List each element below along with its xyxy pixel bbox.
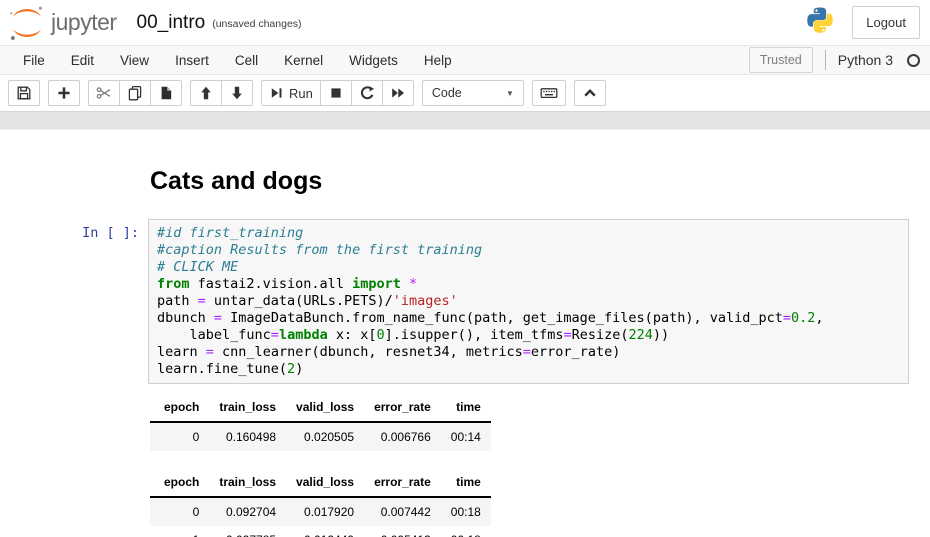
jupyter-logo-icon (8, 4, 46, 42)
restart-icon (359, 85, 375, 101)
paste-button[interactable] (151, 80, 182, 106)
notebook-title[interactable]: 00_intro (137, 12, 206, 34)
paste-icon (158, 85, 174, 101)
markdown-heading: Cats and dogs (150, 167, 930, 196)
kernel-name: Python 3 (838, 52, 893, 68)
stop-icon (328, 85, 344, 101)
caret-down-icon: ▼ (506, 89, 514, 98)
checkpoint-status: (unsaved changes) (212, 15, 301, 30)
code-cell[interactable]: In [ ]: #id first_training#caption Resul… (0, 219, 930, 384)
code-line: #caption Results from the first training (157, 242, 900, 259)
code-line: label_func=lambda x: x[0].isupper(), ite… (157, 327, 900, 344)
restart-run-all-button[interactable] (383, 80, 414, 106)
cell-outputs: epochtrain_lossvalid_losserror_ratetime0… (150, 395, 930, 537)
interrupt-kernel-button[interactable] (321, 80, 352, 106)
column-header: valid_loss (286, 470, 364, 497)
menu-item-view[interactable]: View (107, 53, 162, 68)
code-line: path = untar_data(URLs.PETS)/'images' (157, 293, 900, 310)
menubar: FileEditViewInsertCellKernelWidgetsHelp … (0, 45, 930, 75)
training-table-1: epochtrain_lossvalid_losserror_ratetime0… (150, 395, 491, 451)
menu-item-insert[interactable]: Insert (162, 53, 222, 68)
keyboard-icon (540, 85, 558, 101)
notebook-header: jupyter 00_intro (unsaved changes) Logou… (0, 0, 930, 45)
table-cell: 1 (150, 526, 209, 537)
plus-icon (56, 85, 72, 101)
code-line: # CLICK ME (157, 259, 900, 276)
training-table-2: epochtrain_lossvalid_losserror_ratetime0… (150, 470, 491, 537)
table-cell: 0.007442 (364, 497, 441, 526)
arrow-down-icon (229, 85, 245, 101)
save-icon (16, 85, 32, 101)
move-cell-down-button[interactable] (222, 80, 253, 106)
code-line: #id first_training (157, 225, 900, 242)
arrow-up-icon (198, 85, 214, 101)
trusted-badge[interactable]: Trusted (749, 47, 813, 73)
table-cell: 0 (150, 422, 209, 451)
scissors-icon (96, 85, 112, 101)
copy-button[interactable] (120, 80, 151, 106)
table-cell: 0.020505 (286, 422, 364, 451)
python-logo-icon (804, 7, 836, 39)
menu-item-file[interactable]: File (10, 53, 58, 68)
notebook-area: Cats and dogs In [ ]: #id first_training… (0, 130, 930, 537)
column-header: train_loss (209, 470, 286, 497)
restart-kernel-button[interactable] (352, 80, 383, 106)
command-palette-button[interactable] (532, 80, 566, 106)
kernel-divider (825, 50, 826, 70)
run-button-label: Run (289, 86, 313, 101)
code-area[interactable]: #id first_training#caption Results from … (148, 219, 909, 384)
fast-forward-icon (390, 85, 406, 101)
scroll-up-button[interactable] (574, 80, 606, 106)
column-header: time (441, 470, 491, 497)
column-header: valid_loss (286, 395, 364, 422)
column-header: time (441, 395, 491, 422)
toolbar: Run Code ▼ (0, 75, 930, 111)
run-icon (269, 85, 284, 101)
page-background-band (0, 111, 930, 130)
table-cell: 0.012449 (286, 526, 364, 537)
table-cell: 0.017920 (286, 497, 364, 526)
code-line: learn.fine_tune(2) (157, 361, 900, 378)
table-cell: 0 (150, 497, 209, 526)
table-row: 00.0927040.0179200.00744200:18 (150, 497, 491, 526)
jupyter-wordmark: jupyter (51, 9, 117, 36)
table-cell: 00:18 (441, 497, 491, 526)
jupyter-logo[interactable]: jupyter (8, 4, 117, 42)
column-header: error_rate (364, 395, 441, 422)
insert-cell-button[interactable] (48, 80, 80, 106)
copy-icon (127, 85, 143, 101)
code-line: dbunch = ImageDataBunch.from_name_func(p… (157, 310, 900, 327)
run-button[interactable]: Run (261, 80, 321, 106)
save-button[interactable] (8, 80, 40, 106)
table-cell: 0.005413 (364, 526, 441, 537)
table-row: 00.1604980.0205050.00676600:14 (150, 422, 491, 451)
menu-item-widgets[interactable]: Widgets (336, 53, 411, 68)
table-cell: 00:14 (441, 422, 491, 451)
cell-prompt: In [ ]: (0, 219, 148, 384)
menu-item-help[interactable]: Help (411, 53, 465, 68)
table-row: 10.0277850.0124490.00541300:18 (150, 526, 491, 537)
menu-item-kernel[interactable]: Kernel (271, 53, 336, 68)
column-header: epoch (150, 470, 209, 497)
column-header: error_rate (364, 470, 441, 497)
move-cell-up-button[interactable] (190, 80, 222, 106)
logout-button[interactable]: Logout (852, 6, 920, 39)
table-cell: 0.006766 (364, 422, 441, 451)
cut-button[interactable] (88, 80, 120, 106)
code-line: learn = cnn_learner(dbunch, resnet34, me… (157, 344, 900, 361)
chevron-up-icon (582, 85, 598, 101)
cell-type-select[interactable]: Code ▼ (422, 80, 524, 106)
cell-type-value: Code (432, 86, 462, 100)
menu-item-cell[interactable]: Cell (222, 53, 271, 68)
table-cell: 0.160498 (209, 422, 286, 451)
menu-item-edit[interactable]: Edit (58, 53, 107, 68)
table-cell: 00:18 (441, 526, 491, 537)
table-cell: 0.092704 (209, 497, 286, 526)
column-header: train_loss (209, 395, 286, 422)
table-cell: 0.027785 (209, 526, 286, 537)
code-line: from fastai2.vision.all import * (157, 276, 900, 293)
kernel-idle-icon (907, 54, 920, 67)
column-header: epoch (150, 395, 209, 422)
menubar-items: FileEditViewInsertCellKernelWidgetsHelp (10, 53, 465, 68)
